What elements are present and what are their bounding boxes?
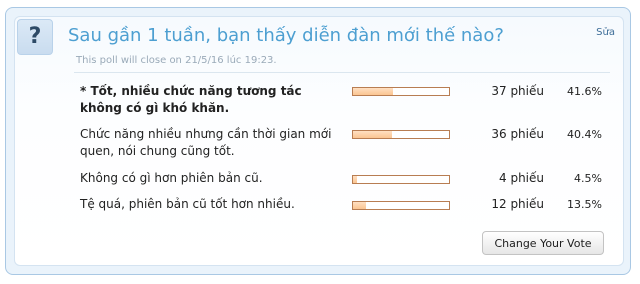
result-bar-fill <box>353 202 366 209</box>
poll-option-text: Tệ quá, phiên bản cũ tốt hơn nhiều. <box>80 196 345 213</box>
result-bar-fill <box>353 176 357 183</box>
vote-count: 37 phiếu <box>491 84 544 98</box>
poll-option-text: Chức năng nhiều nhưng cần thời gian mới … <box>80 126 345 160</box>
vote-percent: 41.6% <box>567 85 602 98</box>
poll-close-note: This poll will close on 21/5/16 lúc 19:2… <box>76 55 277 66</box>
result-bar <box>352 87 450 96</box>
poll-question: Sau gần 1 tuần, bạn thấy diễn đàn mới th… <box>68 25 504 46</box>
question-icon: ? <box>17 19 53 55</box>
vote-count: 4 phiếu <box>499 171 544 185</box>
voted-marker: * <box>80 84 91 98</box>
poll-option-text: * Tốt, nhiều chức năng tương tác không c… <box>80 83 345 117</box>
poll-option-label: Không có gì hơn phiên bản cũ. <box>80 171 263 185</box>
poll-option-label: Tệ quá, phiên bản cũ tốt hơn nhiều. <box>80 197 295 211</box>
result-bar-fill <box>353 131 392 138</box>
result-bar <box>352 201 450 210</box>
vote-percent: 4.5% <box>574 172 602 185</box>
divider <box>74 72 610 73</box>
result-bar-fill <box>353 88 393 95</box>
vote-count: 12 phiếu <box>491 197 544 211</box>
result-bar <box>352 130 450 139</box>
result-bar <box>352 175 450 184</box>
vote-percent: 40.4% <box>567 128 602 141</box>
poll-option-label: Chức năng nhiều nhưng cần thời gian mới … <box>80 127 332 158</box>
poll-option-text: Không có gì hơn phiên bản cũ. <box>80 170 345 187</box>
vote-percent: 13.5% <box>567 198 602 211</box>
vote-count: 36 phiếu <box>491 127 544 141</box>
change-vote-button[interactable]: Change Your Vote <box>482 231 604 255</box>
edit-poll-link[interactable]: Sửa <box>596 27 615 38</box>
poll-option-label: Tốt, nhiều chức năng tương tác không có … <box>80 84 302 115</box>
